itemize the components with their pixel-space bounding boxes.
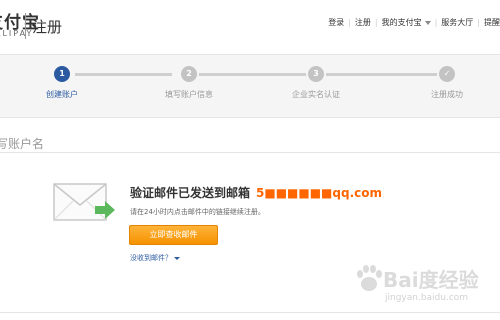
step-2-circle: 2: [181, 66, 197, 82]
progress-connector: [75, 73, 172, 76]
chevron-down-icon: [424, 20, 431, 25]
watermark-text: Bai度经验: [383, 268, 479, 292]
chevron-down-icon: [174, 256, 180, 260]
email-sent-headline: 验证邮件已发送到邮箱 5■■■■■■qq.com: [130, 184, 382, 201]
no-email-received-label: 没收到邮件？: [130, 254, 172, 262]
section-title: 写账户名: [0, 137, 45, 151]
step-4-label: 注册成功: [431, 90, 463, 99]
logo-divider: [25, 13, 26, 39]
watermark-url: jingyan.baidu.com: [385, 293, 469, 303]
nav-service-link[interactable]: 服务大厅: [441, 17, 473, 28]
nav-separator: |: [348, 18, 351, 27]
step-3-circle: 3: [308, 66, 324, 82]
registration-progress: 1 2 3 ✓ 创建账户 填写账户信息 企业实名认证 注册成功: [0, 55, 500, 118]
progress-connector: [198, 73, 308, 76]
headline-text: 验证邮件已发送到邮箱: [130, 186, 251, 200]
site-header: 支付宝 ALIPAY 注册 登录 | 注册 | 我的支付宝 | 服务大厅 | 提…: [0, 0, 500, 55]
section-divider: [0, 152, 500, 153]
nav-separator: |: [434, 18, 438, 27]
step-2-label: 填写账户信息: [165, 90, 213, 99]
nav-separator: |: [477, 18, 480, 27]
no-email-received-link[interactable]: 没收到邮件？: [130, 253, 180, 263]
step-1-circle: 1: [54, 66, 70, 82]
baidu-jingyan-watermark: Bai度经验 jingyan.baidu.com: [355, 262, 495, 312]
email-address: 5■■■■■■qq.com: [256, 186, 382, 200]
progress-connector: [326, 73, 439, 76]
step-1-label: 创建账户: [46, 90, 78, 99]
nav-more-link[interactable]: 提醒: [484, 17, 500, 28]
page-title: 注册: [32, 18, 63, 36]
nav-login-link[interactable]: 登录: [328, 17, 344, 28]
nav-register-link[interactable]: 注册: [355, 17, 371, 28]
step-3-label: 企业实名认证: [292, 90, 340, 99]
step-4-check-icon: ✓: [439, 66, 455, 82]
nav-my-alipay-dropdown[interactable]: 我的支付宝: [382, 17, 431, 28]
nav-separator: |: [374, 18, 378, 27]
paw-icon: [357, 265, 382, 291]
nav-my-alipay-label: 我的支付宝: [381, 18, 422, 27]
top-nav: 登录 | 注册 | 我的支付宝 | 服务大厅 | 提醒: [328, 17, 500, 28]
check-email-button[interactable]: 立即查收邮件: [129, 225, 218, 245]
envelope-icon: [53, 183, 115, 221]
footer-divider: [0, 312, 500, 313]
instruction-text: 请在24小时内点击邮件中的链接继续注册。: [130, 208, 265, 216]
logo-subtext: ALIPAY: [0, 29, 34, 38]
